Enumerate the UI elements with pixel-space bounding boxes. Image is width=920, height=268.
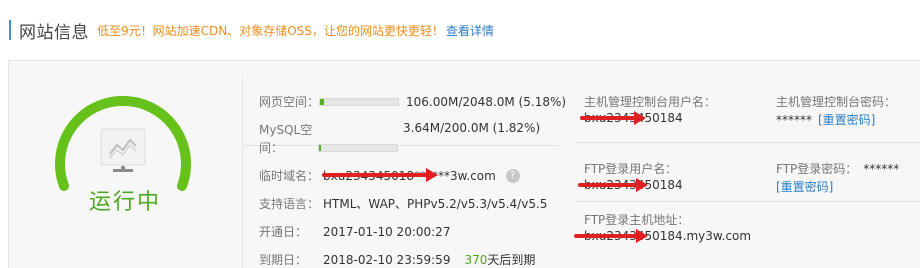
- languages-label: 支持语言：: [259, 197, 320, 211]
- redaction-arrow: [322, 168, 438, 182]
- server-monitor-icon: [100, 128, 146, 166]
- mysql-label: MySQL空: [259, 123, 313, 137]
- mysql-value: 3.64M/200.0M (1.82%): [403, 121, 541, 135]
- expire-row: 到期日： 2018-02-10 23:59:59 370 天后到期: [259, 251, 535, 268]
- ftp-reset-password-link[interactable]: [重置密码]: [776, 178, 833, 195]
- server-stand-icon: [113, 166, 133, 172]
- languages-value: HTML、WAP、PHPv5.2/v5.3/v5.4/v5.5: [323, 197, 548, 211]
- ftp-pwd-label: FTP登录密码：: [776, 162, 858, 176]
- web-space-row: 网页空间： 106.00M/2048.0M (5.18%): [259, 93, 566, 110]
- row-separator: [575, 142, 920, 143]
- mysql-progress: [318, 143, 399, 152]
- temp-domain-label: 临时域名：: [259, 169, 320, 183]
- open-date-row: 开通日： 2017-01-10 20:00:27: [259, 223, 450, 240]
- running-status: 运行中: [88, 190, 161, 215]
- mysql-value-row: 3.64M/200.0M (1.82%): [403, 121, 540, 135]
- open-date-value: 2017-01-10 20:00:27: [323, 224, 451, 239]
- host-pwd-label: 主机管理控制台密码：: [776, 95, 897, 109]
- ftp-reset-row: [重置密码]: [776, 178, 833, 195]
- row-separator: [575, 201, 920, 202]
- page-title: 网站信息: [19, 22, 89, 43]
- ftp-user-label-row: FTP登录用户名：: [584, 160, 677, 177]
- host-user-label-row: 主机管理控制台用户名：: [584, 93, 716, 110]
- web-space-label: 网页空间：: [259, 95, 320, 109]
- redaction-arrow: [578, 178, 648, 192]
- days-left-suffix: 天后到期: [487, 253, 536, 267]
- host-pwd-value: ******: [776, 112, 812, 127]
- ftp-pwd-row: FTP登录密码： ******: [776, 160, 899, 177]
- view-details-link[interactable]: 查看详情: [446, 22, 494, 39]
- host-pwd-label-row: 主机管理控制台密码：: [776, 93, 896, 110]
- mysql-progress-row: 间：: [259, 139, 399, 156]
- web-space-value: 106.00M/2048.0M (5.18%): [406, 94, 567, 109]
- header-accent-bar: [9, 20, 11, 40]
- help-icon[interactable]: ?: [505, 168, 520, 183]
- expire-value: 2018-02-10 23:59:59: [323, 252, 451, 267]
- ftp-host-label-row: FTP登录主机地址：: [584, 211, 689, 228]
- ftp-pwd-value: ******: [863, 161, 900, 176]
- ftp-host-label: FTP登录主机地址：: [584, 213, 690, 227]
- panel-divider: [242, 76, 243, 268]
- host-user-label: 主机管理控制台用户名：: [584, 95, 717, 109]
- languages-row: 支持语言： HTML、WAP、PHPv5.2/v5.3/v5.4/v5.5: [259, 195, 547, 212]
- days-left-count: 370: [464, 252, 488, 267]
- ftp-user-label: FTP登录用户名：: [584, 162, 678, 176]
- web-space-progress-fill: [320, 98, 325, 105]
- host-pwd-value-row: ****** [重置密码]: [776, 111, 875, 128]
- host-reset-password-link[interactable]: [重置密码]: [818, 111, 875, 128]
- redaction-arrow: [574, 229, 648, 243]
- mysql-label-row: MySQL空: [259, 121, 312, 138]
- web-space-progress: [319, 97, 400, 106]
- mysql-label-cont: 间：: [259, 141, 284, 155]
- open-date-label: 开通日：: [259, 225, 308, 239]
- redaction-arrow: [580, 111, 646, 125]
- mysql-progress-fill: [319, 144, 322, 151]
- promo-text: 低至9元！网站加速CDN、对象存储OSS，让您的网站更快更轻！: [97, 23, 444, 38]
- section-header: 网站信息 低至9元！网站加速CDN、对象存储OSS，让您的网站更快更轻！ 查看详…: [9, 17, 494, 43]
- expire-label: 到期日：: [259, 253, 308, 267]
